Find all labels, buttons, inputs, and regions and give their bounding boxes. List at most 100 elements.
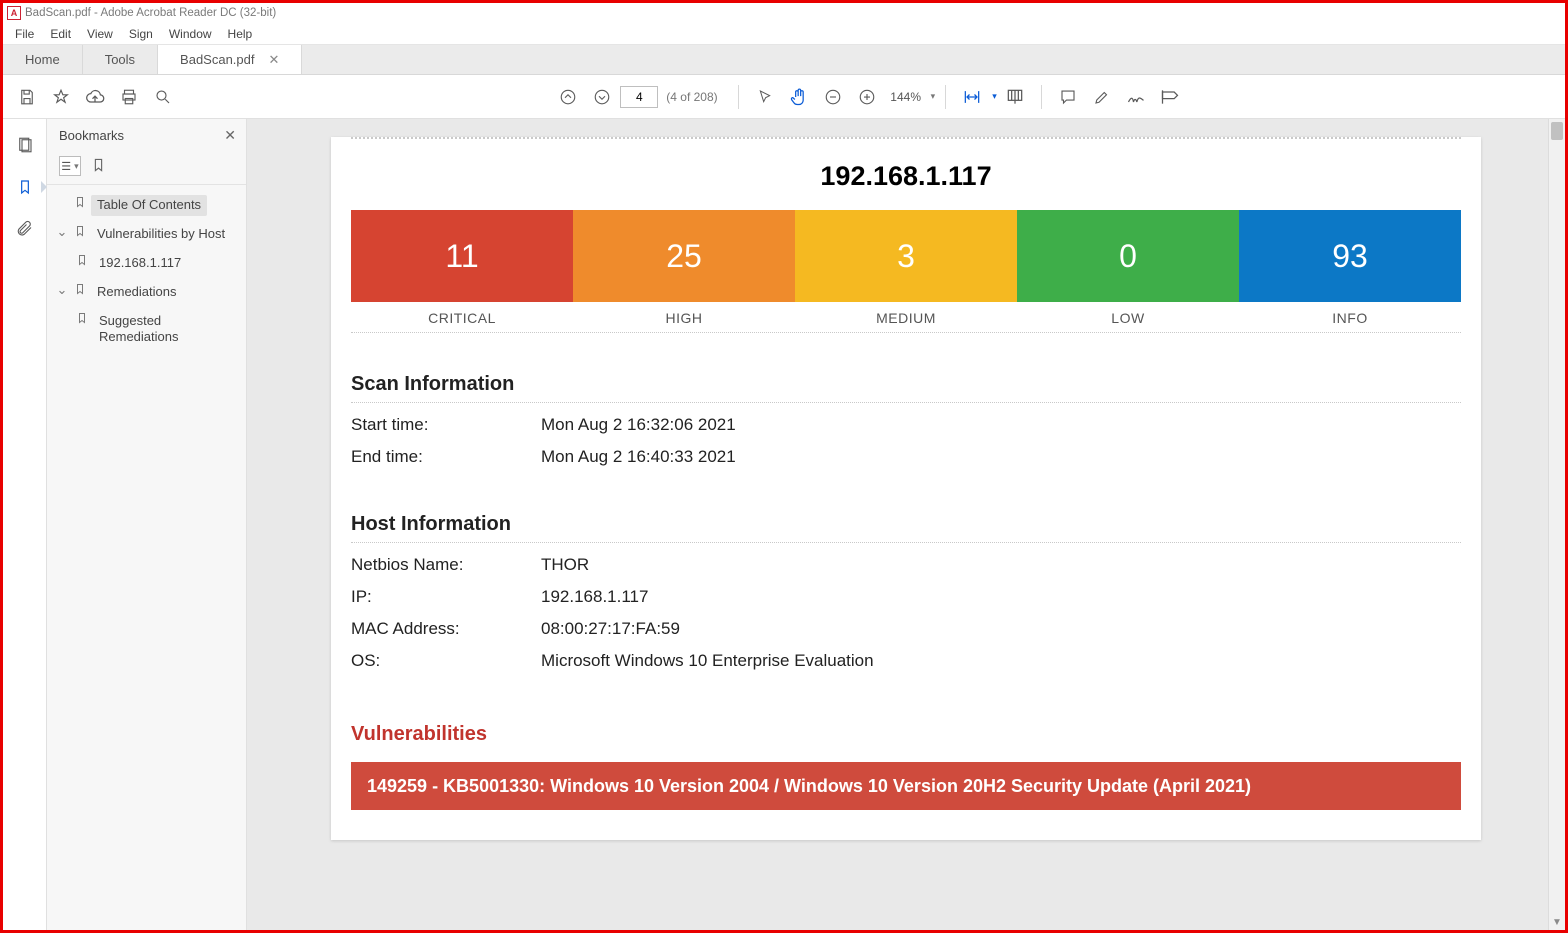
netbios-value: THOR bbox=[541, 555, 589, 575]
severity-high-count: 25 bbox=[573, 210, 795, 302]
attachments-icon[interactable] bbox=[11, 215, 39, 243]
severity-info-count: 93 bbox=[1239, 210, 1461, 302]
left-rail bbox=[3, 119, 47, 930]
severity-critical-label: CRITICAL bbox=[351, 310, 573, 326]
page-count-label: (4 of 208) bbox=[666, 90, 717, 104]
severity-low-label: LOW bbox=[1017, 310, 1239, 326]
mac-key: MAC Address: bbox=[351, 619, 541, 639]
bookmark-label: Remediations bbox=[91, 282, 183, 303]
collapse-icon[interactable]: ⌄ bbox=[55, 224, 69, 241]
severity-medium-label: MEDIUM bbox=[795, 310, 1017, 326]
document-viewport[interactable]: 192.168.1.117 11 25 3 0 93 CRITICAL HIGH… bbox=[247, 119, 1565, 930]
tab-tools[interactable]: Tools bbox=[83, 45, 158, 74]
toolbar: (4 of 208) 144% ▾ ▾ bbox=[3, 75, 1565, 119]
tab-close-icon[interactable]: ✕ bbox=[269, 52, 280, 68]
window-title: BadScan.pdf - Adobe Acrobat Reader DC (3… bbox=[25, 7, 276, 19]
bookmark-item-icon bbox=[73, 195, 87, 213]
report-title: 192.168.1.117 bbox=[351, 143, 1461, 200]
tab-home[interactable]: Home bbox=[3, 45, 83, 74]
severity-critical-count: 11 bbox=[351, 210, 573, 302]
bookmark-item-icon bbox=[75, 311, 89, 329]
severity-high-label: HIGH bbox=[573, 310, 795, 326]
bookmark-item-icon bbox=[73, 224, 87, 242]
title-bar: A BadScan.pdf - Adobe Acrobat Reader DC … bbox=[3, 3, 1565, 23]
os-value: Microsoft Windows 10 Enterprise Evaluati… bbox=[541, 651, 874, 671]
save-icon[interactable] bbox=[11, 81, 43, 113]
netbios-key: Netbios Name: bbox=[351, 555, 541, 575]
separator bbox=[1041, 85, 1042, 109]
page-number-input[interactable] bbox=[620, 86, 658, 108]
bookmark-suggested-remediations[interactable]: Suggested Remediations bbox=[47, 307, 246, 353]
zoom-out-icon[interactable] bbox=[817, 81, 849, 113]
read-mode-icon[interactable] bbox=[999, 81, 1031, 113]
bookmarks-tree: Table Of Contents ⌄ Vulnerabilities by H… bbox=[47, 185, 246, 358]
collapse-icon[interactable]: ⌄ bbox=[55, 282, 69, 299]
separator bbox=[945, 85, 946, 109]
fit-dropdown-icon[interactable]: ▾ bbox=[992, 91, 997, 102]
separator bbox=[351, 137, 1461, 139]
new-bookmark-icon[interactable] bbox=[91, 157, 106, 176]
bookmark-item-icon bbox=[75, 253, 89, 271]
sign-icon[interactable] bbox=[1120, 81, 1152, 113]
bookmark-host-192-168-1-117[interactable]: 192.168.1.117 bbox=[47, 249, 246, 278]
page-down-icon[interactable] bbox=[586, 81, 618, 113]
tab-document-label: BadScan.pdf bbox=[180, 52, 254, 67]
menu-file[interactable]: File bbox=[7, 25, 42, 43]
highlight-icon[interactable] bbox=[1086, 81, 1118, 113]
bookmark-options-icon[interactable]: ☰▾ bbox=[59, 156, 81, 176]
severity-medium-count: 3 bbox=[795, 210, 1017, 302]
bookmark-toc[interactable]: Table Of Contents bbox=[47, 191, 246, 220]
bookmarks-icon[interactable] bbox=[11, 173, 39, 201]
search-icon[interactable] bbox=[147, 81, 179, 113]
hand-icon[interactable] bbox=[783, 81, 815, 113]
vertical-scrollbar[interactable]: ▲ ▼ bbox=[1548, 119, 1565, 930]
menu-edit[interactable]: Edit bbox=[42, 25, 79, 43]
pointer-icon[interactable] bbox=[749, 81, 781, 113]
scrollbar-thumb[interactable] bbox=[1551, 122, 1563, 140]
scan-end-key: End time: bbox=[351, 447, 541, 467]
bookmark-remediations[interactable]: ⌄ Remediations bbox=[47, 278, 246, 307]
bookmark-item-icon bbox=[73, 282, 87, 300]
mac-value: 08:00:27:17:FA:59 bbox=[541, 619, 680, 639]
severity-low-count: 0 bbox=[1017, 210, 1239, 302]
zoom-label: 144% bbox=[885, 90, 927, 104]
scroll-down-icon[interactable]: ▼ bbox=[1549, 914, 1565, 930]
pdf-page: 192.168.1.117 11 25 3 0 93 CRITICAL HIGH… bbox=[331, 137, 1481, 840]
stamp-icon[interactable] bbox=[1154, 81, 1186, 113]
tab-document[interactable]: BadScan.pdf ✕ bbox=[158, 45, 302, 74]
bookmark-label: Table Of Contents bbox=[91, 195, 207, 216]
bookmark-label: Suggested Remediations bbox=[93, 311, 240, 349]
bookmark-label: 192.168.1.117 bbox=[93, 253, 187, 274]
bookmark-label: Vulnerabilities by Host bbox=[91, 224, 231, 245]
print-icon[interactable] bbox=[113, 81, 145, 113]
ip-key: IP: bbox=[351, 587, 541, 607]
thumbnails-icon[interactable] bbox=[11, 131, 39, 159]
separator bbox=[738, 85, 739, 109]
bookmarks-title: Bookmarks bbox=[59, 128, 124, 143]
separator bbox=[351, 332, 1461, 333]
zoom-dropdown-icon[interactable]: ▾ bbox=[931, 91, 936, 102]
separator bbox=[351, 542, 1461, 543]
menu-sign[interactable]: Sign bbox=[121, 25, 161, 43]
comment-icon[interactable] bbox=[1052, 81, 1084, 113]
tab-tools-label: Tools bbox=[105, 52, 135, 67]
cloud-upload-icon[interactable] bbox=[79, 81, 111, 113]
panel-close-icon[interactable]: ✕ bbox=[224, 127, 236, 144]
vulnerability-item: 149259 - KB5001330: Windows 10 Version 2… bbox=[351, 762, 1461, 810]
menu-help[interactable]: Help bbox=[220, 25, 261, 43]
scan-end-value: Mon Aug 2 16:40:33 2021 bbox=[541, 447, 736, 467]
fit-width-icon[interactable] bbox=[956, 81, 988, 113]
severity-info-label: INFO bbox=[1239, 310, 1461, 326]
tab-bar: Home Tools BadScan.pdf ✕ bbox=[3, 45, 1565, 75]
app-icon: A bbox=[7, 6, 21, 20]
bookmarks-panel: Bookmarks ✕ ☰▾ Table Of Contents ⌄ bbox=[47, 119, 247, 930]
menu-view[interactable]: View bbox=[79, 25, 121, 43]
scan-start-value: Mon Aug 2 16:32:06 2021 bbox=[541, 415, 736, 435]
menu-window[interactable]: Window bbox=[161, 25, 220, 43]
separator bbox=[351, 402, 1461, 403]
star-icon[interactable] bbox=[45, 81, 77, 113]
severity-summary: 11 25 3 0 93 bbox=[351, 210, 1461, 302]
bookmark-vuln-by-host[interactable]: ⌄ Vulnerabilities by Host bbox=[47, 220, 246, 249]
page-up-icon[interactable] bbox=[552, 81, 584, 113]
zoom-in-icon[interactable] bbox=[851, 81, 883, 113]
